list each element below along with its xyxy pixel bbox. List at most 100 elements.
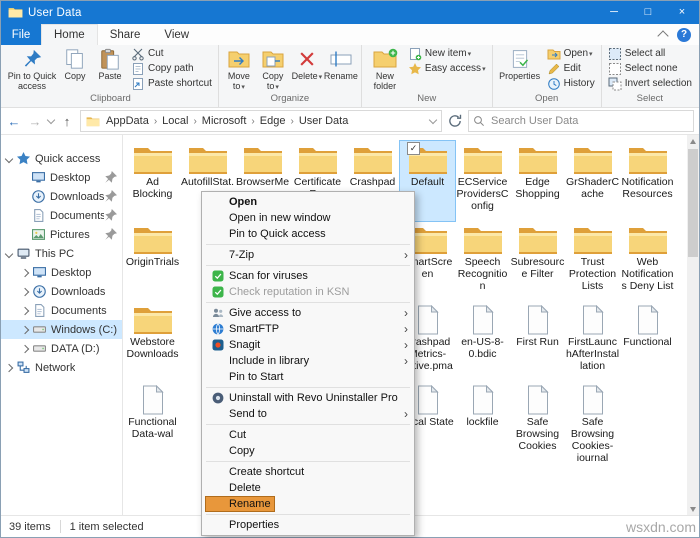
minimize-button[interactable]: ─ [597,1,631,24]
chevron-down-icon[interactable] [4,154,14,163]
help-icon[interactable]: ? [677,27,691,42]
tab-share[interactable]: Share [98,24,153,45]
file-item-lockfile[interactable]: lockfile [455,381,510,461]
breadcrumb-separator-icon[interactable]: › [248,116,257,127]
breadcrumb-separator-icon[interactable]: › [151,116,160,127]
delete-button[interactable]: Delete▾ [290,46,324,83]
select-all-button[interactable]: Select all [605,46,695,61]
invert-selection-button[interactable]: Invert selection [605,76,695,91]
close-button[interactable]: × [665,1,699,24]
context-menu-item-7-zip[interactable]: 7-Zip › [203,247,413,263]
context-menu-item-snagit[interactable]: Snagit › [203,337,413,353]
paste-button[interactable]: Paste [92,46,128,81]
chevron-right-icon[interactable] [20,306,30,315]
maximize-button[interactable]: □ [631,1,665,24]
context-menu-item-give-access-to[interactable]: Give access to › [203,305,413,321]
context-menu-item-uninstall-with-revo-uninstaller-pro[interactable]: Uninstall with Revo Uninstaller Pro [203,390,413,406]
breadcrumb-separator-icon[interactable]: › [190,116,199,127]
sidebar-item-network[interactable]: Network [1,358,122,377]
tab-file[interactable]: File [1,24,41,45]
sidebar-item-quick-access[interactable]: Quick access [1,149,122,168]
search-input[interactable] [489,114,689,128]
chevron-right-icon[interactable] [20,325,30,334]
chevron-down-icon[interactable] [4,249,14,258]
new-item-button[interactable]: New item▾ [405,46,489,61]
folder-item-notification-resources[interactable]: Notification Resources [620,141,675,221]
breadcrumb[interactable]: AppData › Local › Microsoft › Edge › User Data [80,110,442,132]
collapse-ribbon-icon[interactable] [657,30,669,42]
context-menu-item-pin-to-quick-access[interactable]: Pin to Quick access [203,226,413,242]
sidebar-item-data-d[interactable]: DATA (D:) [1,339,122,358]
breadcrumb-item-edge[interactable]: Edge [258,115,288,127]
history-dropdown-icon[interactable] [46,115,56,124]
context-menu-item-smartftp[interactable]: SmartFTP › [203,321,413,337]
folder-item-trust-protection-lists[interactable]: Trust Protection Lists [565,221,620,301]
edit-button[interactable]: Edit [544,61,598,76]
rename-button[interactable]: Rename [324,46,358,81]
search-box[interactable] [468,110,694,132]
breadcrumb-item-appdata[interactable]: AppData [104,115,151,127]
file-item-functional-data-wal[interactable]: Functional Data-wal [125,381,180,461]
sidebar-item-documents[interactable]: Documents [1,301,122,320]
context-menu-item-send-to[interactable]: Send to › [203,406,413,422]
breadcrumb-separator-icon[interactable]: › [287,116,296,127]
easy-access-button[interactable]: Easy access▾ [405,61,489,76]
scroll-up-icon[interactable] [687,135,699,148]
file-item-safe-browsing-cookies[interactable]: Safe Browsing Cookies [510,381,565,461]
copy-button[interactable]: Copy [58,46,92,81]
back-button[interactable]: ← [6,114,22,129]
sidebar-item-pictures[interactable]: Pictures [1,225,122,244]
tab-home[interactable]: Home [41,24,98,45]
tab-view[interactable]: View [152,24,201,45]
context-menu-item-pin-to-start[interactable]: Pin to Start [203,369,413,385]
file-item-firstlaunchafterinstallation[interactable]: FirstLaunchAfterInstallation [565,301,620,381]
sidebar-item-downloads[interactable]: Downloads [1,187,122,206]
folder-item-subresource-filter[interactable]: Subresource Filter [510,221,565,301]
copy-to-button[interactable]: Copy to▾ [256,46,290,93]
selection-checkbox[interactable]: ✓ [407,142,420,155]
move-to-button[interactable]: Move to▾ [222,46,256,93]
breadcrumb-item-local[interactable]: Local [160,115,190,127]
folder-item-webstore-downloads[interactable]: Webstore Downloads [125,301,180,381]
new-folder-button[interactable]: New folder [365,46,405,91]
context-menu-item-cut[interactable]: Cut [203,427,413,443]
refresh-icon[interactable] [447,113,463,129]
select-none-button[interactable]: Select none [605,61,695,76]
folder-item-speech-recognition[interactable]: Speech Recognition [455,221,510,301]
sidebar-item-desktop[interactable]: Desktop [1,168,122,187]
context-menu-item-include-in-library[interactable]: Include in library › [203,353,413,369]
context-menu-item-open[interactable]: Open [203,194,413,210]
chevron-right-icon[interactable] [20,268,30,277]
folder-item-grshadercache[interactable]: GrShaderCache [565,141,620,221]
context-menu-item-create-shortcut[interactable]: Create shortcut [203,464,413,480]
chevron-right-icon[interactable] [4,363,14,372]
sidebar-item-downloads[interactable]: Downloads [1,282,122,301]
folder-item-ad-blocking[interactable]: Ad Blocking [125,141,180,221]
file-item-en-us-8-0-bdic[interactable]: en-US-8-0.bdic [455,301,510,381]
up-button[interactable]: ↑ [59,114,75,129]
vertical-scrollbar[interactable] [687,135,699,516]
paste-shortcut-button[interactable]: Paste shortcut [128,76,215,91]
file-item-functional[interactable]: Functional [620,301,675,381]
context-menu-item-open-in-new-window[interactable]: Open in new window [203,210,413,226]
address-dropdown-icon[interactable] [428,115,438,124]
forward-button[interactable]: → [27,114,43,129]
sidebar-item-windows-c[interactable]: Windows (C:) [1,320,122,339]
scrollbar-thumb[interactable] [688,149,698,257]
context-menu-item-properties[interactable]: Properties [203,517,413,533]
open-button[interactable]: Open▾ [544,46,598,61]
folder-item-ecserviceprovidersconfig[interactable]: ECServiceProvidersConfig [455,141,510,221]
context-menu-item-rename[interactable]: Rename [203,496,413,512]
context-menu-item-scan-for-viruses[interactable]: Scan for viruses [203,268,413,284]
breadcrumb-item-user-data[interactable]: User Data [297,115,351,127]
folder-item-origintrials[interactable]: OriginTrials [125,221,180,301]
sidebar-item-documents[interactable]: Documents [1,206,122,225]
breadcrumb-item-microsoft[interactable]: Microsoft [200,115,249,127]
context-menu-item-delete[interactable]: Delete [203,480,413,496]
sidebar-item-desktop[interactable]: Desktop [1,263,122,282]
chevron-right-icon[interactable] [20,287,30,296]
file-item-first-run[interactable]: First Run [510,301,565,381]
folder-item-web-notifications-deny-list[interactable]: Web Notifications Deny List [620,221,675,301]
chevron-right-icon[interactable] [20,344,30,353]
context-menu-item-copy[interactable]: Copy [203,443,413,459]
